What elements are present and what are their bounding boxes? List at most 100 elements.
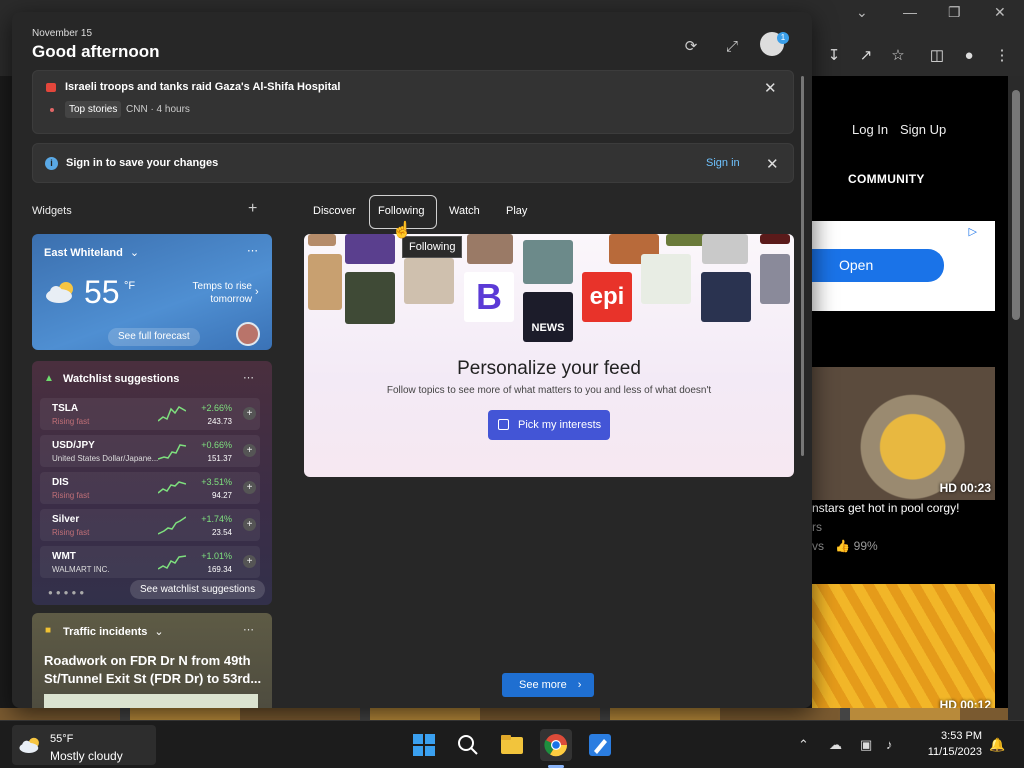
search-icon[interactable]	[452, 729, 484, 761]
minimize-icon[interactable]: —	[903, 4, 917, 20]
more-options-icon[interactable]: ⋯	[247, 244, 258, 257]
windows-start-icon[interactable]	[408, 729, 440, 761]
panel-scrollbar[interactable]	[801, 76, 804, 456]
full-forecast-button[interactable]: See full forecast	[108, 328, 200, 346]
feed-subheading: Follow topics to see more of what matter…	[386, 385, 712, 396]
add-to-watchlist-icon[interactable]: +	[243, 407, 256, 420]
signin-link[interactable]: Sign in	[706, 157, 740, 169]
topic-tile[interactable]	[467, 234, 513, 264]
add-to-watchlist-icon[interactable]: +	[243, 444, 256, 457]
restore-icon[interactable]: ❐	[948, 4, 961, 21]
nbc-news-logo-tile[interactable]: NEWS	[523, 292, 573, 342]
taskbar-clock-time[interactable]: 3:53 PM	[920, 730, 982, 742]
volume-muted-icon[interactable]: ♪	[886, 737, 893, 752]
video-thumbnail[interactable]: HD 00:12	[812, 584, 995, 717]
greeting: Good afternoon	[32, 42, 160, 61]
chrome-icon[interactable]	[540, 729, 572, 761]
close-window-icon[interactable]: ✕	[994, 4, 1006, 21]
chevron-right-icon: ›	[577, 679, 582, 691]
watchlist-row[interactable]: WMT WALMART INC. +1.01% 169.34 +	[40, 546, 260, 578]
close-icon[interactable]: ✕	[764, 79, 777, 97]
traffic-incident-text[interactable]: Roadwork on FDR Dr N from 49th St/Tunnel…	[44, 652, 264, 688]
notification-bell-icon[interactable]: 🔔	[989, 737, 1005, 753]
topic-tile[interactable]	[702, 234, 748, 264]
sparkline-chart	[158, 555, 186, 570]
signin-message: Sign in to save your changes	[66, 157, 219, 169]
weather-widget[interactable]: East Whiteland ⌄ ⋯ 55 °F Temps to rise t…	[32, 234, 272, 350]
more-options-icon[interactable]: ⋯	[243, 371, 254, 384]
pick-interests-button[interactable]: Pick my interests	[488, 410, 610, 440]
weather-map-thumbnail[interactable]	[236, 322, 260, 346]
topic-tile[interactable]	[345, 272, 395, 324]
weather-location[interactable]: East Whiteland ⌄	[44, 246, 139, 259]
taskbar-condition: Mostly cloudy	[50, 749, 123, 763]
see-watchlist-button[interactable]: See watchlist suggestions	[130, 580, 266, 599]
expand-icon[interactable]: ⤢	[721, 36, 743, 58]
paint-app-icon[interactable]	[584, 729, 616, 761]
watchlist-row[interactable]: Silver Rising fast +1.74% 23.54 +	[40, 509, 260, 541]
community-nav-link[interactable]: COMMUNITY	[848, 172, 925, 186]
bookmark-star-icon[interactable]: ☆	[888, 46, 908, 66]
pagination-dots[interactable]: ●●●●●	[48, 588, 87, 597]
chevron-down-icon[interactable]: ⌄	[856, 4, 868, 21]
video-channel: rs	[812, 520, 822, 534]
watchlist-row[interactable]: USD/JPY United States Dollar/Japane... +…	[40, 435, 260, 467]
advertisement[interactable]: Open ▷	[812, 221, 995, 311]
stock-symbol: DIS	[52, 477, 69, 488]
ad-open-button[interactable]: Open	[812, 249, 944, 282]
topic-tile[interactable]	[701, 272, 751, 322]
traffic-widget[interactable]: ■ Traffic incidents ⌄ ⋯ Roadwork on FDR …	[32, 613, 272, 708]
traffic-title[interactable]: Traffic incidents ⌄	[63, 625, 164, 638]
taskbar-weather-widget[interactable]: 55°F Mostly cloudy	[12, 725, 156, 765]
profile-icon[interactable]: ●	[959, 46, 979, 66]
install-icon[interactable]: ↧	[824, 46, 844, 66]
add-widget-icon[interactable]: +	[248, 200, 257, 218]
file-explorer-icon[interactable]	[496, 729, 528, 761]
page-scrollbar[interactable]	[1008, 76, 1024, 720]
side-panel-icon[interactable]: ◫	[927, 46, 947, 66]
topic-tile[interactable]	[345, 234, 395, 264]
signup-link[interactable]: Sign Up	[900, 122, 946, 137]
epicurious-logo-tile[interactable]: epi	[582, 272, 632, 322]
see-more-label: See more	[519, 679, 567, 691]
topic-tile[interactable]	[760, 234, 790, 244]
taskbar: 55°F Mostly cloudy ⌃ ☁ ▣ ♪ 3:53 PM 11/15…	[0, 720, 1024, 768]
login-link[interactable]: Log In	[852, 122, 888, 137]
traffic-map[interactable]	[44, 694, 258, 708]
see-more-button[interactable]: See more ›	[502, 673, 594, 697]
topic-tile[interactable]	[404, 258, 454, 304]
news-banner[interactable]: Israeli troops and tanks raid Gaza's Al-…	[32, 70, 794, 134]
chevron-right-icon[interactable]: ›	[255, 286, 259, 298]
display-icon[interactable]: ▣	[860, 737, 872, 753]
ad-choices-icon[interactable]: ▷	[969, 225, 977, 238]
video-title[interactable]: nstars get hot in pool corgy!	[812, 501, 959, 515]
topic-tile[interactable]	[760, 254, 790, 304]
network-icon[interactable]: ☁	[829, 737, 842, 753]
news-tag: Top stories	[65, 101, 122, 118]
chevron-up-icon[interactable]: ⌃	[798, 737, 809, 753]
topic-tile[interactable]	[523, 240, 573, 284]
news-headline[interactable]: Israeli troops and tanks raid Gaza's Al-…	[65, 81, 340, 93]
topic-tile[interactable]	[641, 254, 691, 304]
add-to-watchlist-icon[interactable]: +	[243, 555, 256, 568]
stock-symbol: Silver	[52, 514, 80, 525]
video-thumbnail[interactable]: HD 00:23	[812, 367, 995, 500]
add-to-watchlist-icon[interactable]: +	[243, 518, 256, 531]
publisher-logo-tile[interactable]: B	[464, 272, 514, 322]
topic-tile[interactable]	[308, 234, 336, 246]
more-options-icon[interactable]: ⋯	[243, 623, 254, 636]
scrollbar-thumb[interactable]	[1012, 90, 1020, 320]
taskbar-clock-date[interactable]: 11/15/2023	[910, 746, 982, 758]
add-to-watchlist-icon[interactable]: +	[243, 481, 256, 494]
close-icon[interactable]: ✕	[766, 155, 779, 173]
share-icon[interactable]: ↗	[856, 46, 876, 66]
tab-discover[interactable]: Discover	[313, 205, 356, 217]
topic-tile[interactable]	[308, 254, 342, 310]
partly-cloudy-icon	[46, 282, 73, 303]
watchlist-row[interactable]: DIS Rising fast +3.51% 94.27 +	[40, 472, 260, 504]
refresh-icon[interactable]: ⟳	[680, 36, 702, 58]
more-menu-icon[interactable]: ⋮	[992, 46, 1012, 66]
tab-watch[interactable]: Watch	[449, 205, 480, 217]
tab-play[interactable]: Play	[506, 205, 527, 217]
watchlist-row[interactable]: TSLA Rising fast +2.66% 243.73 +	[40, 398, 260, 430]
